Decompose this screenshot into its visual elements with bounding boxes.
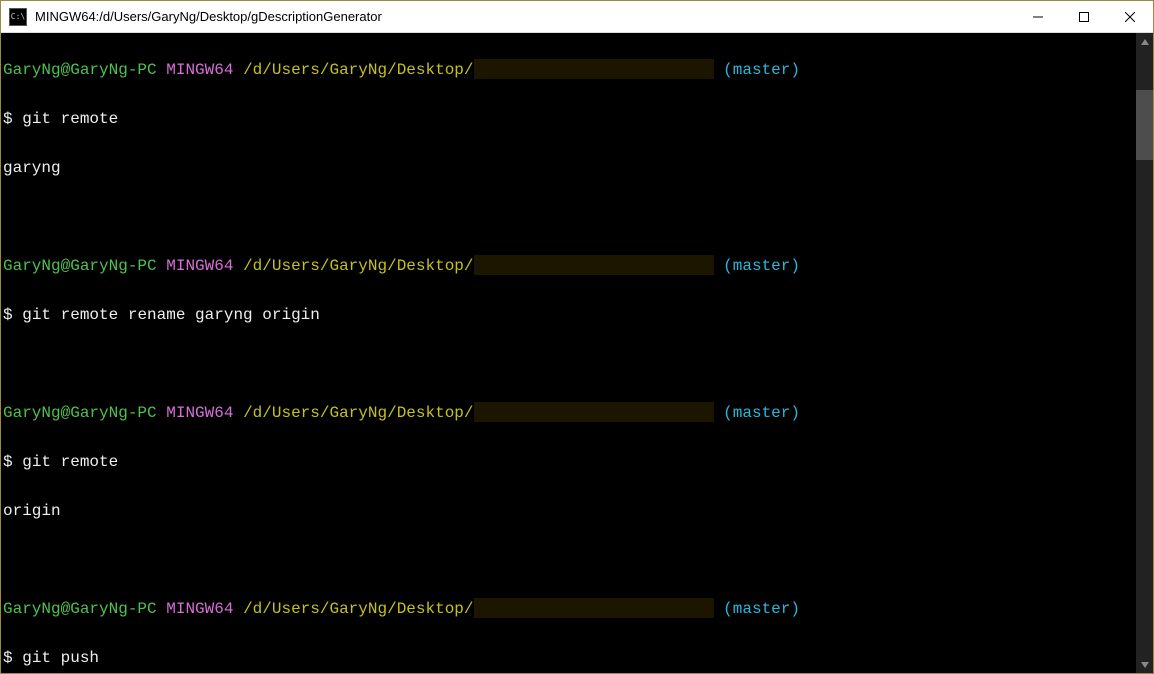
redacted-path bbox=[474, 402, 714, 422]
command-text: git remote bbox=[22, 453, 118, 471]
command-text: git remote rename garyng origin bbox=[22, 306, 320, 324]
prompt-branch: (master) bbox=[723, 257, 800, 275]
blank-line bbox=[3, 352, 1134, 377]
prompt-env: MINGW64 bbox=[166, 600, 233, 618]
prompt-symbol: $ bbox=[3, 453, 13, 471]
prompt-branch: (master) bbox=[723, 404, 800, 422]
prompt-env: MINGW64 bbox=[166, 61, 233, 79]
window-title: MINGW64:/d/Users/GaryNg/Desktop/gDescrip… bbox=[35, 9, 1015, 24]
prompt-symbol: $ bbox=[3, 649, 13, 667]
terminal-window: C:\ MINGW64:/d/Users/GaryNg/Desktop/gDes… bbox=[0, 0, 1154, 674]
prompt-user: GaryNg@GaryNg-PC bbox=[3, 404, 157, 422]
close-button[interactable] bbox=[1107, 1, 1153, 32]
app-icon: C:\ bbox=[9, 8, 27, 26]
prompt-symbol: $ bbox=[3, 306, 13, 324]
terminal-area: GaryNg@GaryNg-PC MINGW64 /d/Users/GaryNg… bbox=[1, 33, 1153, 673]
output-line: origin bbox=[3, 499, 1134, 524]
titlebar[interactable]: C:\ MINGW64:/d/Users/GaryNg/Desktop/gDes… bbox=[1, 1, 1153, 33]
prompt-branch: (master) bbox=[723, 600, 800, 618]
prompt-user: GaryNg@GaryNg-PC bbox=[3, 61, 157, 79]
redacted-path bbox=[474, 255, 714, 275]
command-line: $ git remote rename garyng origin bbox=[3, 303, 1134, 328]
prompt-user: GaryNg@GaryNg-PC bbox=[3, 600, 157, 618]
command-line: $ git push bbox=[3, 646, 1134, 671]
scroll-down-button[interactable] bbox=[1136, 656, 1153, 673]
command-text: git push bbox=[22, 649, 99, 667]
output-line: garyng bbox=[3, 156, 1134, 181]
prompt-path: /d/Users/GaryNg/Desktop/ bbox=[243, 600, 473, 618]
redacted-path bbox=[474, 598, 714, 618]
minimize-button[interactable] bbox=[1015, 1, 1061, 32]
command-line: $ git remote bbox=[3, 107, 1134, 132]
prompt-path: /d/Users/GaryNg/Desktop/ bbox=[243, 257, 473, 275]
command-text: git remote bbox=[22, 110, 118, 128]
window-controls bbox=[1015, 1, 1153, 32]
prompt-line: GaryNg@GaryNg-PC MINGW64 /d/Users/GaryNg… bbox=[3, 58, 1134, 83]
prompt-path: /d/Users/GaryNg/Desktop/ bbox=[243, 404, 473, 422]
prompt-path: /d/Users/GaryNg/Desktop/ bbox=[243, 61, 473, 79]
scroll-up-button[interactable] bbox=[1136, 33, 1153, 50]
prompt-line: GaryNg@GaryNg-PC MINGW64 /d/Users/GaryNg… bbox=[3, 597, 1134, 622]
scrollbar-track[interactable] bbox=[1136, 50, 1153, 656]
terminal-content[interactable]: GaryNg@GaryNg-PC MINGW64 /d/Users/GaryNg… bbox=[1, 33, 1136, 673]
prompt-symbol: $ bbox=[3, 110, 13, 128]
blank-line bbox=[3, 205, 1134, 230]
vertical-scrollbar[interactable] bbox=[1136, 33, 1153, 673]
scrollbar-thumb[interactable] bbox=[1136, 90, 1153, 160]
blank-line bbox=[3, 548, 1134, 573]
prompt-env: MINGW64 bbox=[166, 404, 233, 422]
maximize-button[interactable] bbox=[1061, 1, 1107, 32]
redacted-path bbox=[474, 59, 714, 79]
prompt-line: GaryNg@GaryNg-PC MINGW64 /d/Users/GaryNg… bbox=[3, 401, 1134, 426]
prompt-env: MINGW64 bbox=[166, 257, 233, 275]
prompt-branch: (master) bbox=[723, 61, 800, 79]
prompt-user: GaryNg@GaryNg-PC bbox=[3, 257, 157, 275]
prompt-line: GaryNg@GaryNg-PC MINGW64 /d/Users/GaryNg… bbox=[3, 254, 1134, 279]
command-line: $ git remote bbox=[3, 450, 1134, 475]
